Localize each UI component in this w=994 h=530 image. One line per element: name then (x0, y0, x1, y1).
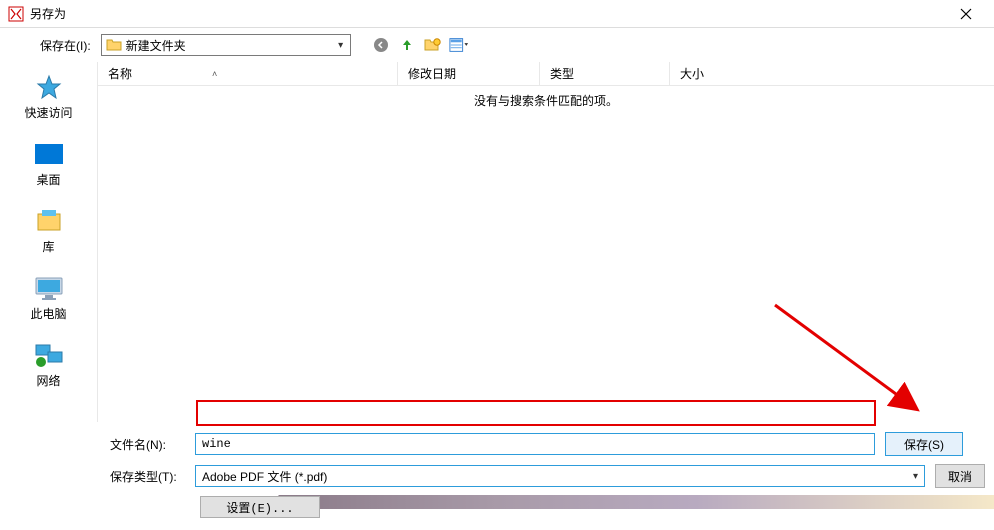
save-in-label: 保存在(I): (40, 37, 91, 54)
filetype-value: Adobe PDF 文件 (*.pdf) (202, 468, 327, 485)
settings-row: 设置(E)... (110, 496, 994, 518)
nav-buttons (371, 35, 469, 55)
places-sidebar: 快速访问 桌面 库 此电脑 网络 (0, 62, 98, 422)
chevron-down-icon: ▾ (332, 40, 350, 51)
header-size[interactable]: 大小 (670, 62, 994, 85)
filetype-row: 保存类型(T): Adobe PDF 文件 (*.pdf) ▾ 取消 (110, 464, 994, 488)
header-name-label: 名称 (108, 65, 132, 82)
sidebar-item-label: 此电脑 (30, 305, 66, 322)
sidebar-item-label: 库 (42, 238, 54, 255)
sidebar-item-libraries[interactable]: 库 (9, 202, 89, 259)
chevron-down-icon: ▾ (913, 471, 918, 482)
save-button[interactable]: 保存(S) (885, 432, 963, 456)
new-folder-button[interactable] (423, 35, 443, 55)
folder-icon (106, 38, 122, 52)
filename-input[interactable] (195, 433, 875, 455)
header-size-label: 大小 (680, 65, 704, 82)
location-toolbar: 保存在(I): 新建文件夹 ▾ (0, 28, 994, 62)
sidebar-item-label: 网络 (36, 372, 60, 389)
view-menu-button[interactable] (449, 35, 469, 55)
computer-icon (31, 273, 67, 303)
main-area: 快速访问 桌面 库 此电脑 网络 (0, 62, 994, 422)
sidebar-item-network[interactable]: 网络 (9, 336, 89, 393)
sidebar-item-this-pc[interactable]: 此电脑 (9, 269, 89, 326)
header-name[interactable]: 名称 ˄ (98, 62, 398, 85)
titlebar: 另存为 (0, 0, 994, 28)
file-list: 名称 ˄ 修改日期 类型 大小 没有与搜索条件匹配的项。 (98, 62, 994, 422)
location-text: 新建文件夹 (126, 37, 332, 54)
filetype-label: 保存类型(T): (110, 468, 195, 485)
bottom-panel: 文件名(N): 保存(S) 保存类型(T): Adobe PDF 文件 (*.p… (0, 422, 994, 530)
location-combo[interactable]: 新建文件夹 ▾ (101, 34, 351, 56)
header-type-label: 类型 (550, 65, 574, 82)
libraries-icon (31, 206, 67, 236)
header-date-label: 修改日期 (408, 65, 456, 82)
sidebar-item-label: 快速访问 (24, 104, 72, 121)
network-icon (31, 340, 67, 370)
header-type[interactable]: 类型 (540, 62, 670, 85)
column-headers: 名称 ˄ 修改日期 类型 大小 (98, 62, 994, 86)
close-button[interactable] (946, 0, 986, 28)
settings-button[interactable]: 设置(E)... (200, 496, 320, 518)
sidebar-item-quick-access[interactable]: 快速访问 (9, 68, 89, 125)
sidebar-item-label: 桌面 (36, 171, 60, 188)
pdf-app-icon (8, 6, 24, 22)
sort-caret-icon: ˄ (212, 69, 217, 79)
up-button[interactable] (397, 35, 417, 55)
desktop-icon (31, 139, 67, 169)
window-title: 另存为 (30, 5, 946, 22)
filename-label: 文件名(N): (110, 436, 195, 453)
quick-access-icon (31, 72, 67, 102)
cancel-button[interactable]: 取消 (935, 464, 985, 488)
back-button[interactable] (371, 35, 391, 55)
header-date[interactable]: 修改日期 (398, 62, 540, 85)
empty-message: 没有与搜索条件匹配的项。 (98, 86, 994, 115)
filename-row: 文件名(N): 保存(S) (110, 432, 994, 456)
filetype-combo[interactable]: Adobe PDF 文件 (*.pdf) ▾ (195, 465, 925, 487)
sidebar-item-desktop[interactable]: 桌面 (9, 135, 89, 192)
